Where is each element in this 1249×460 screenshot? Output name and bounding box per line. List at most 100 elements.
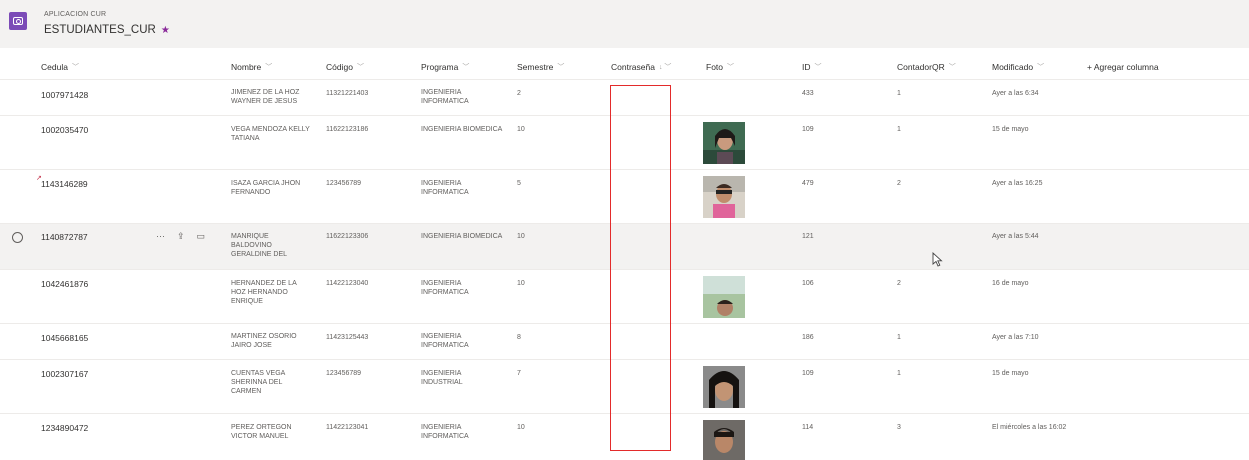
modificado-cell: 15 de mayo <box>992 370 1029 377</box>
student-photo[interactable] <box>703 122 745 164</box>
programa-cell: INGENIERIA BIOMEDICA <box>421 126 503 133</box>
semestre-cell: 5 <box>517 180 521 187</box>
star-icon[interactable]: ★ <box>161 25 170 36</box>
share-icon[interactable]: ⇪ <box>177 231 185 242</box>
column-label: ContadorQR <box>897 62 945 72</box>
photo-thumbnail <box>703 276 745 318</box>
column-label: Nombre <box>231 62 262 72</box>
column-header-contrasena[interactable]: Contraseña ↓ ﹀ <box>611 55 671 79</box>
modificado-cell: 15 de mayo <box>992 126 1029 133</box>
id-cell: 106 <box>802 280 814 287</box>
chevron-down-icon: ﹀ <box>265 64 273 71</box>
codigo-cell: 11422123040 <box>326 280 369 287</box>
chevron-down-icon: ﹀ <box>71 64 79 71</box>
contadorqr-cell: 1 <box>897 370 901 377</box>
chevron-down-icon: ﹀ <box>462 64 470 71</box>
semestre-cell: 10 <box>517 424 525 431</box>
modificado-cell: El miércoles a las 16:02 <box>992 424 1067 431</box>
column-header-id[interactable]: ID ﹀ <box>802 55 822 79</box>
programa-cell: INGENIERIA INFORMATICA <box>421 424 469 440</box>
programa-cell: INGENIERIA INFORMATICA <box>421 280 469 296</box>
mouse-cursor-icon <box>932 252 943 267</box>
codigo-cell: 11321221403 <box>326 90 369 97</box>
column-header-modificado[interactable]: Modificado ﹀ <box>992 55 1044 79</box>
student-photo[interactable] <box>703 420 745 460</box>
list-header: APLICACION CUR ESTUDIANTES_CUR ★ <box>0 0 1249 48</box>
column-header-foto[interactable]: Foto ﹀ <box>706 55 734 79</box>
student-photo[interactable] <box>703 176 745 218</box>
cedula-cell: 1234890472 <box>41 423 89 433</box>
column-label: Código <box>326 62 353 72</box>
cedula-cell: 1143146289 <box>41 179 88 189</box>
nombre-cell: JIMENEZ DE LA HOZ WAYNER DE JESUS <box>231 89 300 105</box>
semestre-cell: 10 <box>517 233 525 240</box>
contadorqr-cell: 3 <box>897 424 901 431</box>
photo-thumbnail <box>703 366 745 408</box>
more-options-icon[interactable]: ··· <box>156 231 165 242</box>
codigo-cell: 11622123186 <box>326 126 369 133</box>
chevron-down-icon: ﹀ <box>948 64 956 71</box>
modificado-cell: Ayer a las 16:25 <box>992 180 1043 187</box>
id-cell: 109 <box>802 126 814 133</box>
column-header-nombre[interactable]: Nombre ﹀ <box>231 55 272 79</box>
student-photo[interactable] <box>703 276 745 318</box>
nombre-cell: CUENTAS VEGA SHERINNA DEL CARMEN <box>231 370 285 395</box>
nombre-cell: PEREZ ORTEGON VICTOR MANUEL <box>231 424 292 440</box>
nombre-cell: VEGA MENDOZA KELLY TATIANA <box>231 126 310 142</box>
list-title: ESTUDIANTES_CUR ★ <box>44 24 170 36</box>
nombre-cell: MARTINEZ OSORIO JAIRO JOSE <box>231 333 297 349</box>
cedula-cell: 1042461876 <box>41 279 89 289</box>
column-header-codigo[interactable]: Código ﹀ <box>326 55 364 79</box>
codigo-cell: 11622123306 <box>326 233 369 240</box>
contadorqr-cell: 1 <box>897 126 901 133</box>
codigo-cell: 11422123041 <box>326 424 369 431</box>
chevron-down-icon: ﹀ <box>727 64 735 71</box>
modificado-cell: Ayer a las 7:10 <box>992 334 1039 341</box>
programa-cell: INGENIERIA INFORMATICA <box>421 180 469 196</box>
add-column-button[interactable]: + Agregar columna <box>1087 55 1159 79</box>
nombre-cell: MANRIQUE BALDOVINO GERALDINE DEL <box>231 233 288 258</box>
column-label: Foto <box>706 62 724 72</box>
cedula-cell: 1045668165 <box>41 333 89 343</box>
column-header-contadorqr[interactable]: ContadorQR ﹀ <box>897 55 956 79</box>
column-header-semestre[interactable]: Semestre ﹀ <box>517 55 564 79</box>
cedula-cell: 1007971428 <box>41 90 89 100</box>
column-header-programa[interactable]: Programa ﹀ <box>421 55 469 79</box>
semestre-cell: 8 <box>517 334 521 341</box>
id-cell: 479 <box>802 180 814 187</box>
semestre-cell: 10 <box>517 126 525 133</box>
chevron-down-icon: ﹀ <box>356 64 364 71</box>
app-label[interactable]: APLICACION CUR <box>44 11 106 18</box>
column-label: Semestre <box>517 62 554 72</box>
photo-thumbnail <box>703 176 745 218</box>
contadorqr-cell: 2 <box>897 180 901 187</box>
chevron-down-icon: ﹀ <box>557 64 565 71</box>
modificado-cell: Ayer a las 5:44 <box>992 233 1039 240</box>
programa-cell: INGENIERIA INDUSTRIAL <box>421 370 463 386</box>
codigo-cell: 123456789 <box>326 370 362 377</box>
sort-down-icon: ↓ ﹀ <box>658 64 672 71</box>
comment-icon[interactable]: ▭ <box>197 231 206 242</box>
cedula-cell: 1002307167 <box>41 369 89 379</box>
id-cell: 121 <box>802 233 814 240</box>
row-select-radio-icon[interactable] <box>12 232 23 243</box>
chevron-down-icon: ﹀ <box>1037 64 1045 71</box>
column-header-cedula[interactable]: Cedula ﹀ <box>41 55 79 79</box>
column-label: Cedula <box>41 62 68 72</box>
student-photo[interactable] <box>703 366 745 408</box>
camera-icon[interactable] <box>9 12 27 30</box>
programa-cell: INGENIERIA BIOMEDICA <box>421 233 503 240</box>
codigo-cell: 11423125443 <box>326 334 369 341</box>
column-label: Programa <box>421 62 459 72</box>
nombre-cell: HERNANDEZ DE LA HOZ HERNANDO ENRIQUE <box>231 280 297 305</box>
modificado-cell: Ayer a las 6:34 <box>992 90 1039 97</box>
chevron-down-icon: ﹀ <box>814 64 822 71</box>
nombre-cell: ISAZA GARCIA JHON FERNANDO <box>231 180 301 196</box>
programa-cell: INGENIERIA INFORMATICA <box>421 89 469 105</box>
contadorqr-cell: 1 <box>897 334 901 341</box>
contadorqr-cell: 2 <box>897 280 901 287</box>
cedula-cell: 1002035470 <box>41 125 89 135</box>
row-actions: ··· ⇪ ▭ <box>156 231 205 242</box>
id-cell: 433 <box>802 90 814 97</box>
column-label: Contraseña <box>611 62 655 72</box>
